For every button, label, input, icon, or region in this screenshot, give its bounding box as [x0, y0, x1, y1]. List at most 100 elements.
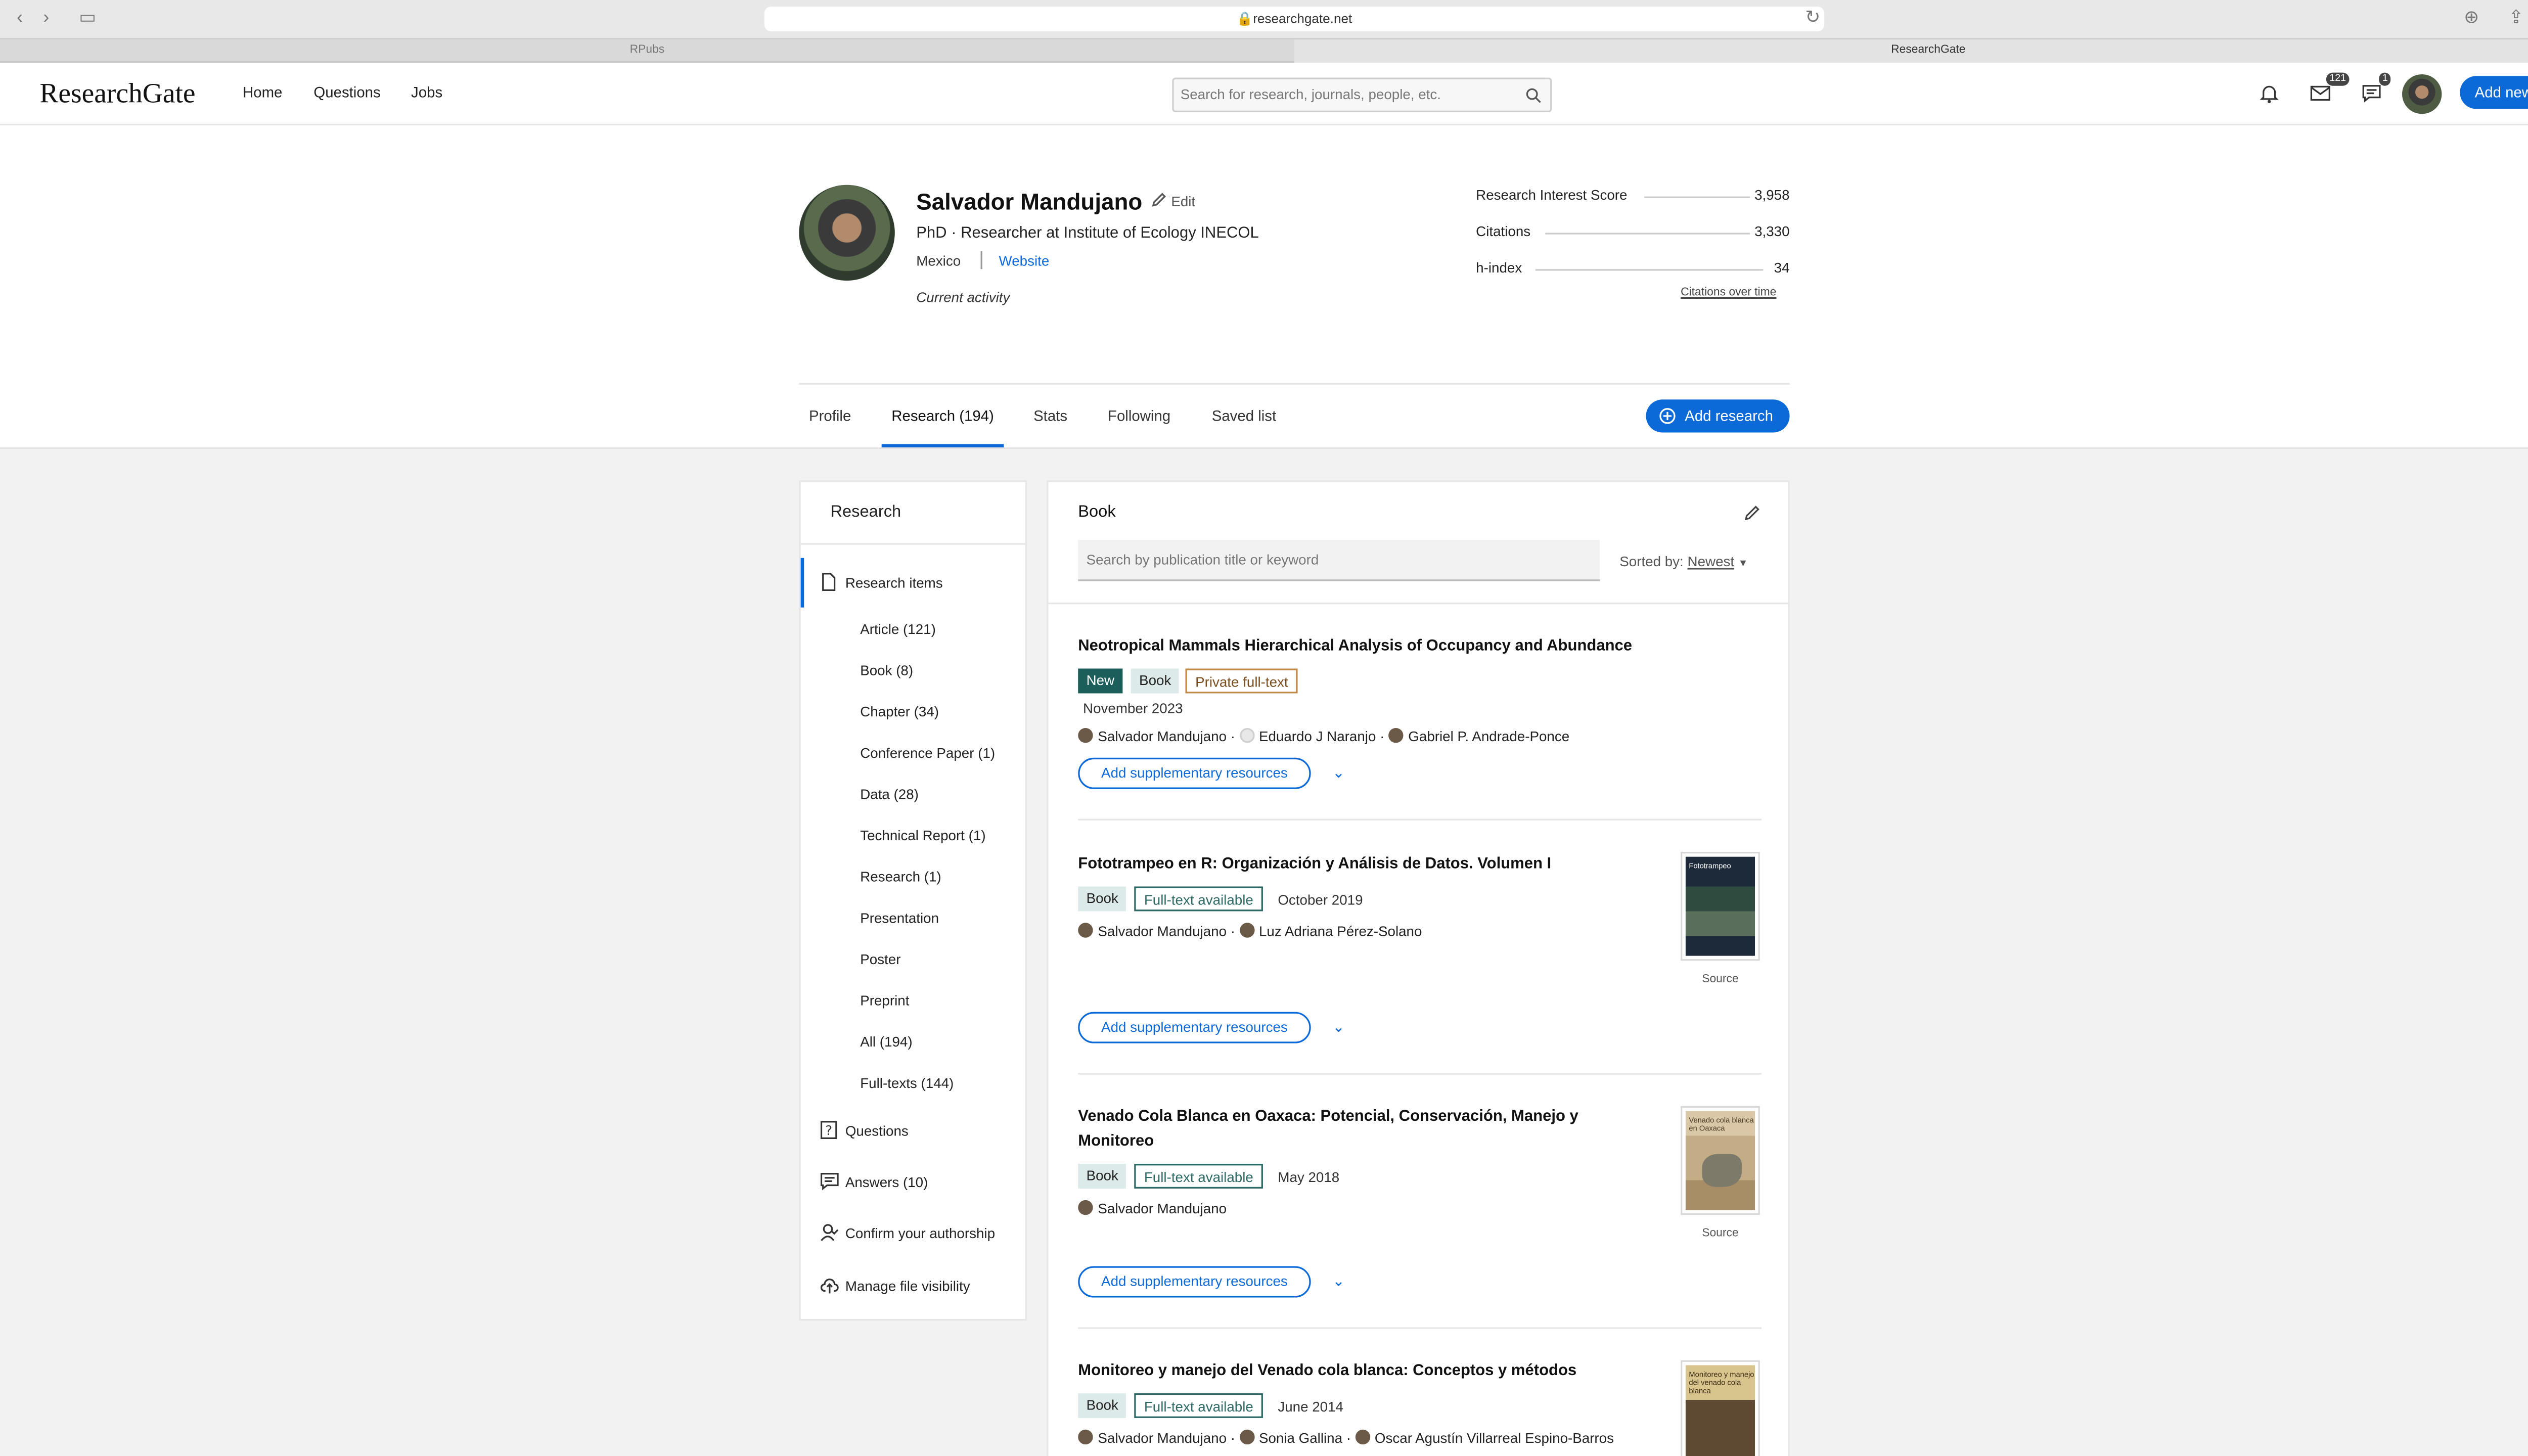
stat-h-index[interactable]: h-index 34 [1476, 259, 1789, 276]
address-bar[interactable]: 🔒researchgate.net [764, 7, 1825, 32]
sidebar-item-poster[interactable]: Poster [860, 951, 900, 968]
publication-title[interactable]: Monitoreo y manejo del Venado cola blanc… [1078, 1358, 1576, 1383]
sidebar-item-chapter[interactable]: Chapter (34) [860, 703, 939, 720]
add-supplementary-button[interactable]: Add supplementary resources [1078, 1266, 1311, 1298]
author-name[interactable]: Gabriel P. Andrade-Ponce [1408, 728, 1569, 745]
tab-following[interactable]: Following [1108, 408, 1170, 425]
stat-value: 3,330 [1754, 222, 1790, 240]
author-avatar [1078, 727, 1093, 743]
book-cover-thumbnail[interactable]: Venado cola blanca en Oaxaca [1681, 1106, 1760, 1215]
sidebar-item-confirm-authorship[interactable]: Confirm your authorship [845, 1225, 995, 1242]
source-label[interactable]: Source [1681, 1228, 1760, 1240]
author-name[interactable]: Salvador Mandujano [1098, 1430, 1227, 1446]
list-divider [1048, 602, 1788, 605]
download-icon[interactable]: ⊕ [2460, 8, 2483, 29]
author-name[interactable]: Oscar Agustín Villarreal Espino-Barros [1375, 1430, 1614, 1446]
author-list: Salvador Mandujano · Eduardo J Naranjo ·… [1078, 727, 1569, 745]
tab-profile[interactable]: Profile [809, 408, 851, 425]
tab-researchgate[interactable]: ResearchGate [1294, 39, 2528, 63]
publication-date: October 2019 [1278, 891, 1363, 908]
tab-rpubs[interactable]: RPubs [0, 39, 1294, 63]
messages-badge: 121 [2326, 72, 2350, 86]
share-icon[interactable]: ⇪ [2504, 8, 2527, 29]
search-icon[interactable] [1525, 87, 1542, 104]
publication-title-continued[interactable]: Monitoreo [1078, 1129, 1154, 1154]
author-name[interactable]: Eduardo J Naranjo [1259, 728, 1376, 745]
stat-citations[interactable]: Citations 3,330 [1476, 223, 1789, 240]
item-separator [1078, 1327, 1762, 1329]
publication-title[interactable]: Neotropical Mammals Hierarchical Analysi… [1078, 634, 1632, 659]
cover-title: Fototrampeo [1689, 861, 1731, 870]
author-name[interactable]: Salvador Mandujano [1098, 923, 1227, 939]
back-icon[interactable]: ‹ [10, 8, 30, 29]
forward-icon[interactable]: › [36, 8, 56, 29]
sidebar-item-research[interactable]: Research (1) [860, 869, 941, 885]
bell-icon[interactable] [2259, 82, 2280, 104]
sidebar-icon[interactable]: ▭ [76, 8, 99, 29]
svg-text:?: ? [825, 1123, 832, 1139]
sidebar-item-article[interactable]: Article (121) [860, 621, 936, 638]
publication-search-input[interactable]: Search by publication title or keyword [1078, 539, 1600, 581]
sidebar-divider [800, 543, 1025, 545]
nav-home[interactable]: Home [243, 84, 282, 101]
tag-full-text: Full-text available [1134, 1164, 1263, 1189]
sort-control[interactable]: Sorted by: Newest ▼ [1619, 553, 1748, 570]
add-supplementary-button[interactable]: Add supplementary resources [1078, 757, 1311, 789]
user-avatar[interactable] [2402, 74, 2442, 114]
tab-stats[interactable]: Stats [1033, 408, 1067, 425]
item-separator [1078, 818, 1762, 821]
location-divider [980, 251, 982, 269]
sidebar-item-questions[interactable]: Questions [845, 1122, 909, 1139]
nav-jobs[interactable]: Jobs [411, 84, 442, 101]
sidebar-item-conference-paper[interactable]: Conference Paper (1) [860, 745, 995, 761]
author-name[interactable]: Salvador Mandujano [1098, 1200, 1227, 1217]
tab-research[interactable]: Research (194) [891, 408, 994, 425]
author-avatar [1388, 727, 1404, 743]
sidebar-item-all[interactable]: All (194) [860, 1033, 912, 1050]
cover-title: Monitoreo y manejo del venado cola blanc… [1689, 1370, 1754, 1395]
chevron-down-icon[interactable]: ⌄ [1332, 764, 1349, 781]
publication-date: November 2023 [1083, 700, 1183, 717]
reload-icon[interactable]: ↻ [1803, 8, 1823, 29]
website-link[interactable]: Website [999, 253, 1050, 269]
add-research-button[interactable]: Add research [1646, 399, 1790, 433]
sidebar-item-full-texts[interactable]: Full-texts (144) [860, 1075, 954, 1091]
author-name[interactable]: Luz Adriana Pérez-Solano [1259, 923, 1422, 939]
stat-label: Research Interest Score [1476, 186, 1628, 203]
sidebar-item-preprint[interactable]: Preprint [860, 992, 909, 1009]
search-input[interactable]: Search for research, journals, people, e… [1172, 77, 1552, 113]
publication-title[interactable]: Venado Cola Blanca en Oaxaca: Potencial,… [1078, 1104, 1578, 1129]
sidebar-item-manage-visibility[interactable]: Manage file visibility [845, 1278, 970, 1294]
chat[interactable]: 1 [2361, 72, 2391, 112]
author-list: Salvador Mandujano · Sonia Gallina · Osc… [1078, 1429, 1614, 1446]
nav-questions[interactable]: Questions [313, 84, 380, 101]
publication-title[interactable]: Fototrampeo en R: Organización y Análisi… [1078, 852, 1551, 877]
stat-research-interest[interactable]: Research Interest Score 3,958 [1476, 187, 1789, 203]
pencil-icon[interactable] [1743, 504, 1762, 522]
logo[interactable]: ResearchGate [39, 77, 195, 110]
author-name[interactable]: Sonia Gallina [1259, 1430, 1342, 1446]
chevron-down-icon[interactable]: ⌄ [1332, 1273, 1349, 1290]
add-new-button[interactable]: Add new [2460, 76, 2528, 109]
sidebar-item-book[interactable]: Book (8) [860, 662, 913, 678]
book-cover-thumbnail[interactable]: Fototrampeo [1681, 851, 1760, 961]
current-activity[interactable]: Current activity [916, 289, 1010, 305]
tag-full-text: Full-text available [1134, 886, 1263, 912]
citations-over-time-link[interactable]: Citations over time [1681, 287, 1776, 299]
add-supplementary-button[interactable]: Add supplementary resources [1078, 1012, 1311, 1043]
author-name[interactable]: Salvador Mandujano [1098, 728, 1227, 745]
tab-saved-list[interactable]: Saved list [1212, 408, 1276, 425]
book-cover-thumbnail[interactable]: Monitoreo y manejo del venado cola blanc… [1681, 1360, 1760, 1456]
stat-leader-line [1644, 196, 1750, 198]
messages[interactable]: 121 [2310, 72, 2350, 112]
chevron-down-icon[interactable]: ⌄ [1332, 1019, 1349, 1035]
map-shape [1702, 1154, 1742, 1187]
source-label[interactable]: Source [1681, 974, 1760, 986]
sidebar-item-data[interactable]: Data (28) [860, 786, 919, 802]
sidebar-item-answers[interactable]: Answers (10) [845, 1174, 928, 1191]
sidebar-item-presentation[interactable]: Presentation [860, 909, 939, 926]
sidebar-item-technical-report[interactable]: Technical Report (1) [860, 827, 985, 844]
author-avatar [1239, 923, 1254, 938]
edit-link[interactable]: Edit [1151, 192, 1195, 210]
sidebar-item-research-items[interactable]: Research items [845, 574, 943, 591]
